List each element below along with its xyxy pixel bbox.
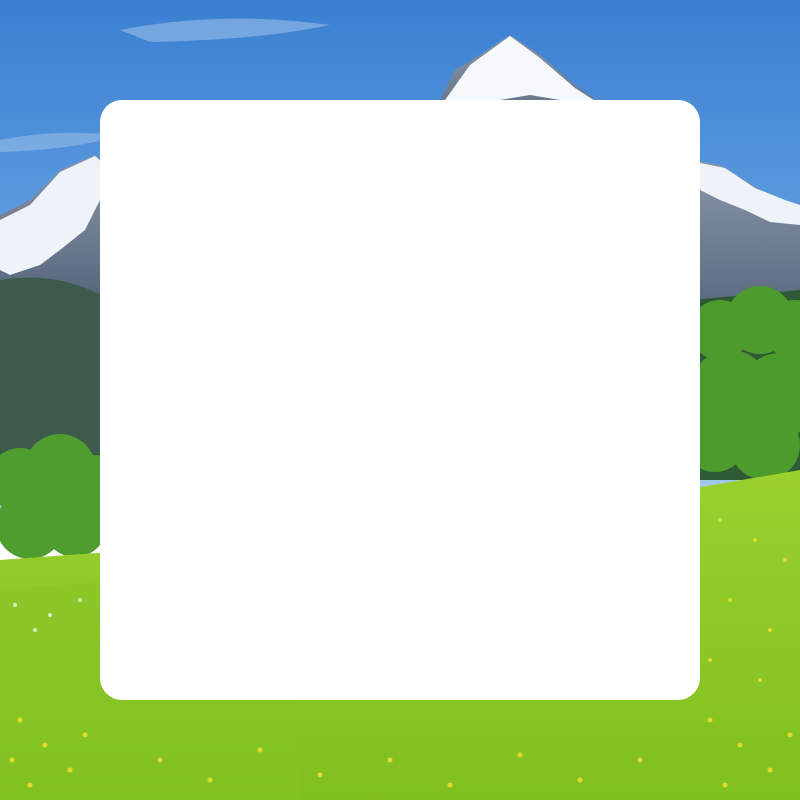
content-card xyxy=(100,100,700,700)
background-scene xyxy=(0,0,800,800)
trees-right xyxy=(683,286,800,480)
